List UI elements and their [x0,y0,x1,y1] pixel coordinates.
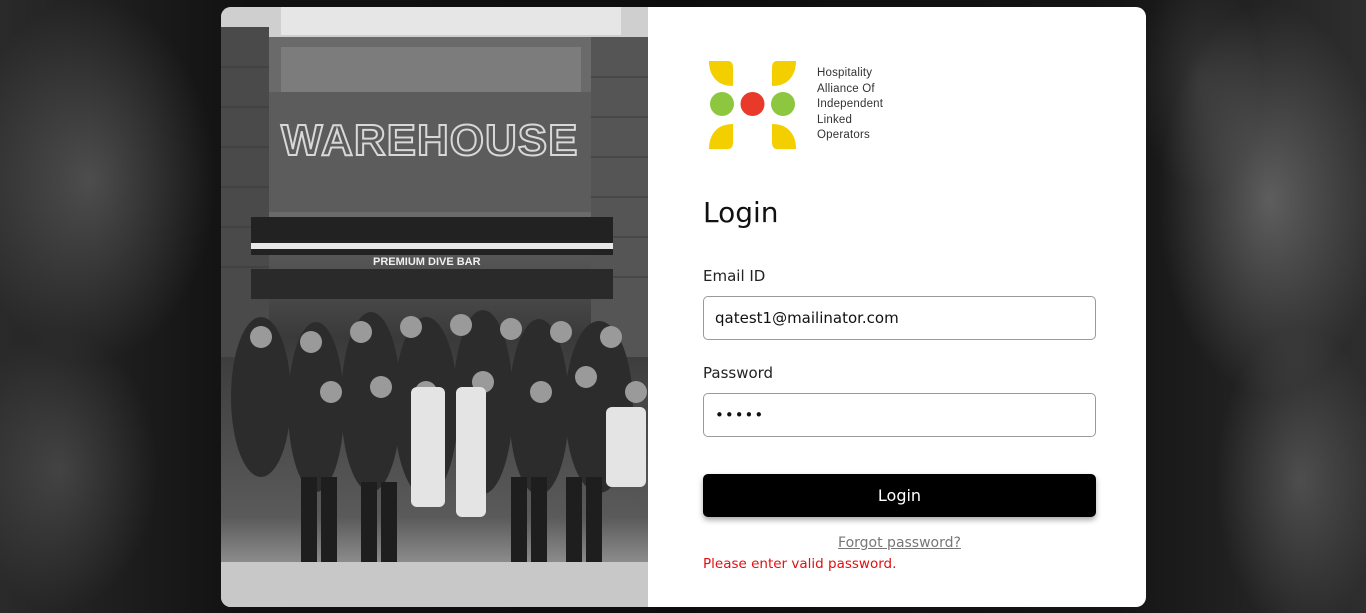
login-button[interactable]: Login [703,474,1096,517]
hero-photo: WAREHOUSE PREMIUM DIVE BAR [221,7,648,607]
password-label: Password [703,364,774,382]
warehouse-sign: WAREHOUSE [281,116,578,165]
storefront-photo-illustration: WAREHOUSE PREMIUM DIVE BAR [221,7,648,607]
brand-name-line: Alliance Of [817,82,875,95]
email-label: Email ID [703,267,766,285]
awning-sign: PREMIUM DIVE BAR [373,256,481,268]
email-field[interactable] [703,296,1096,340]
password-field[interactable] [703,393,1096,437]
hailo-logo-icon [709,61,796,149]
brand-name-line: Linked [817,113,853,126]
forgot-password-link[interactable]: Forgot password? [703,535,1096,551]
brand-name-line: Hospitality [817,67,873,79]
brand-name-line: Independent [817,98,884,110]
brand-name: Hospitality Alliance Of Independent Link… [817,66,883,144]
brand-name-line: Operators [817,129,870,141]
error-message: Please enter valid password. [703,556,897,572]
page-title: Login [703,196,779,229]
